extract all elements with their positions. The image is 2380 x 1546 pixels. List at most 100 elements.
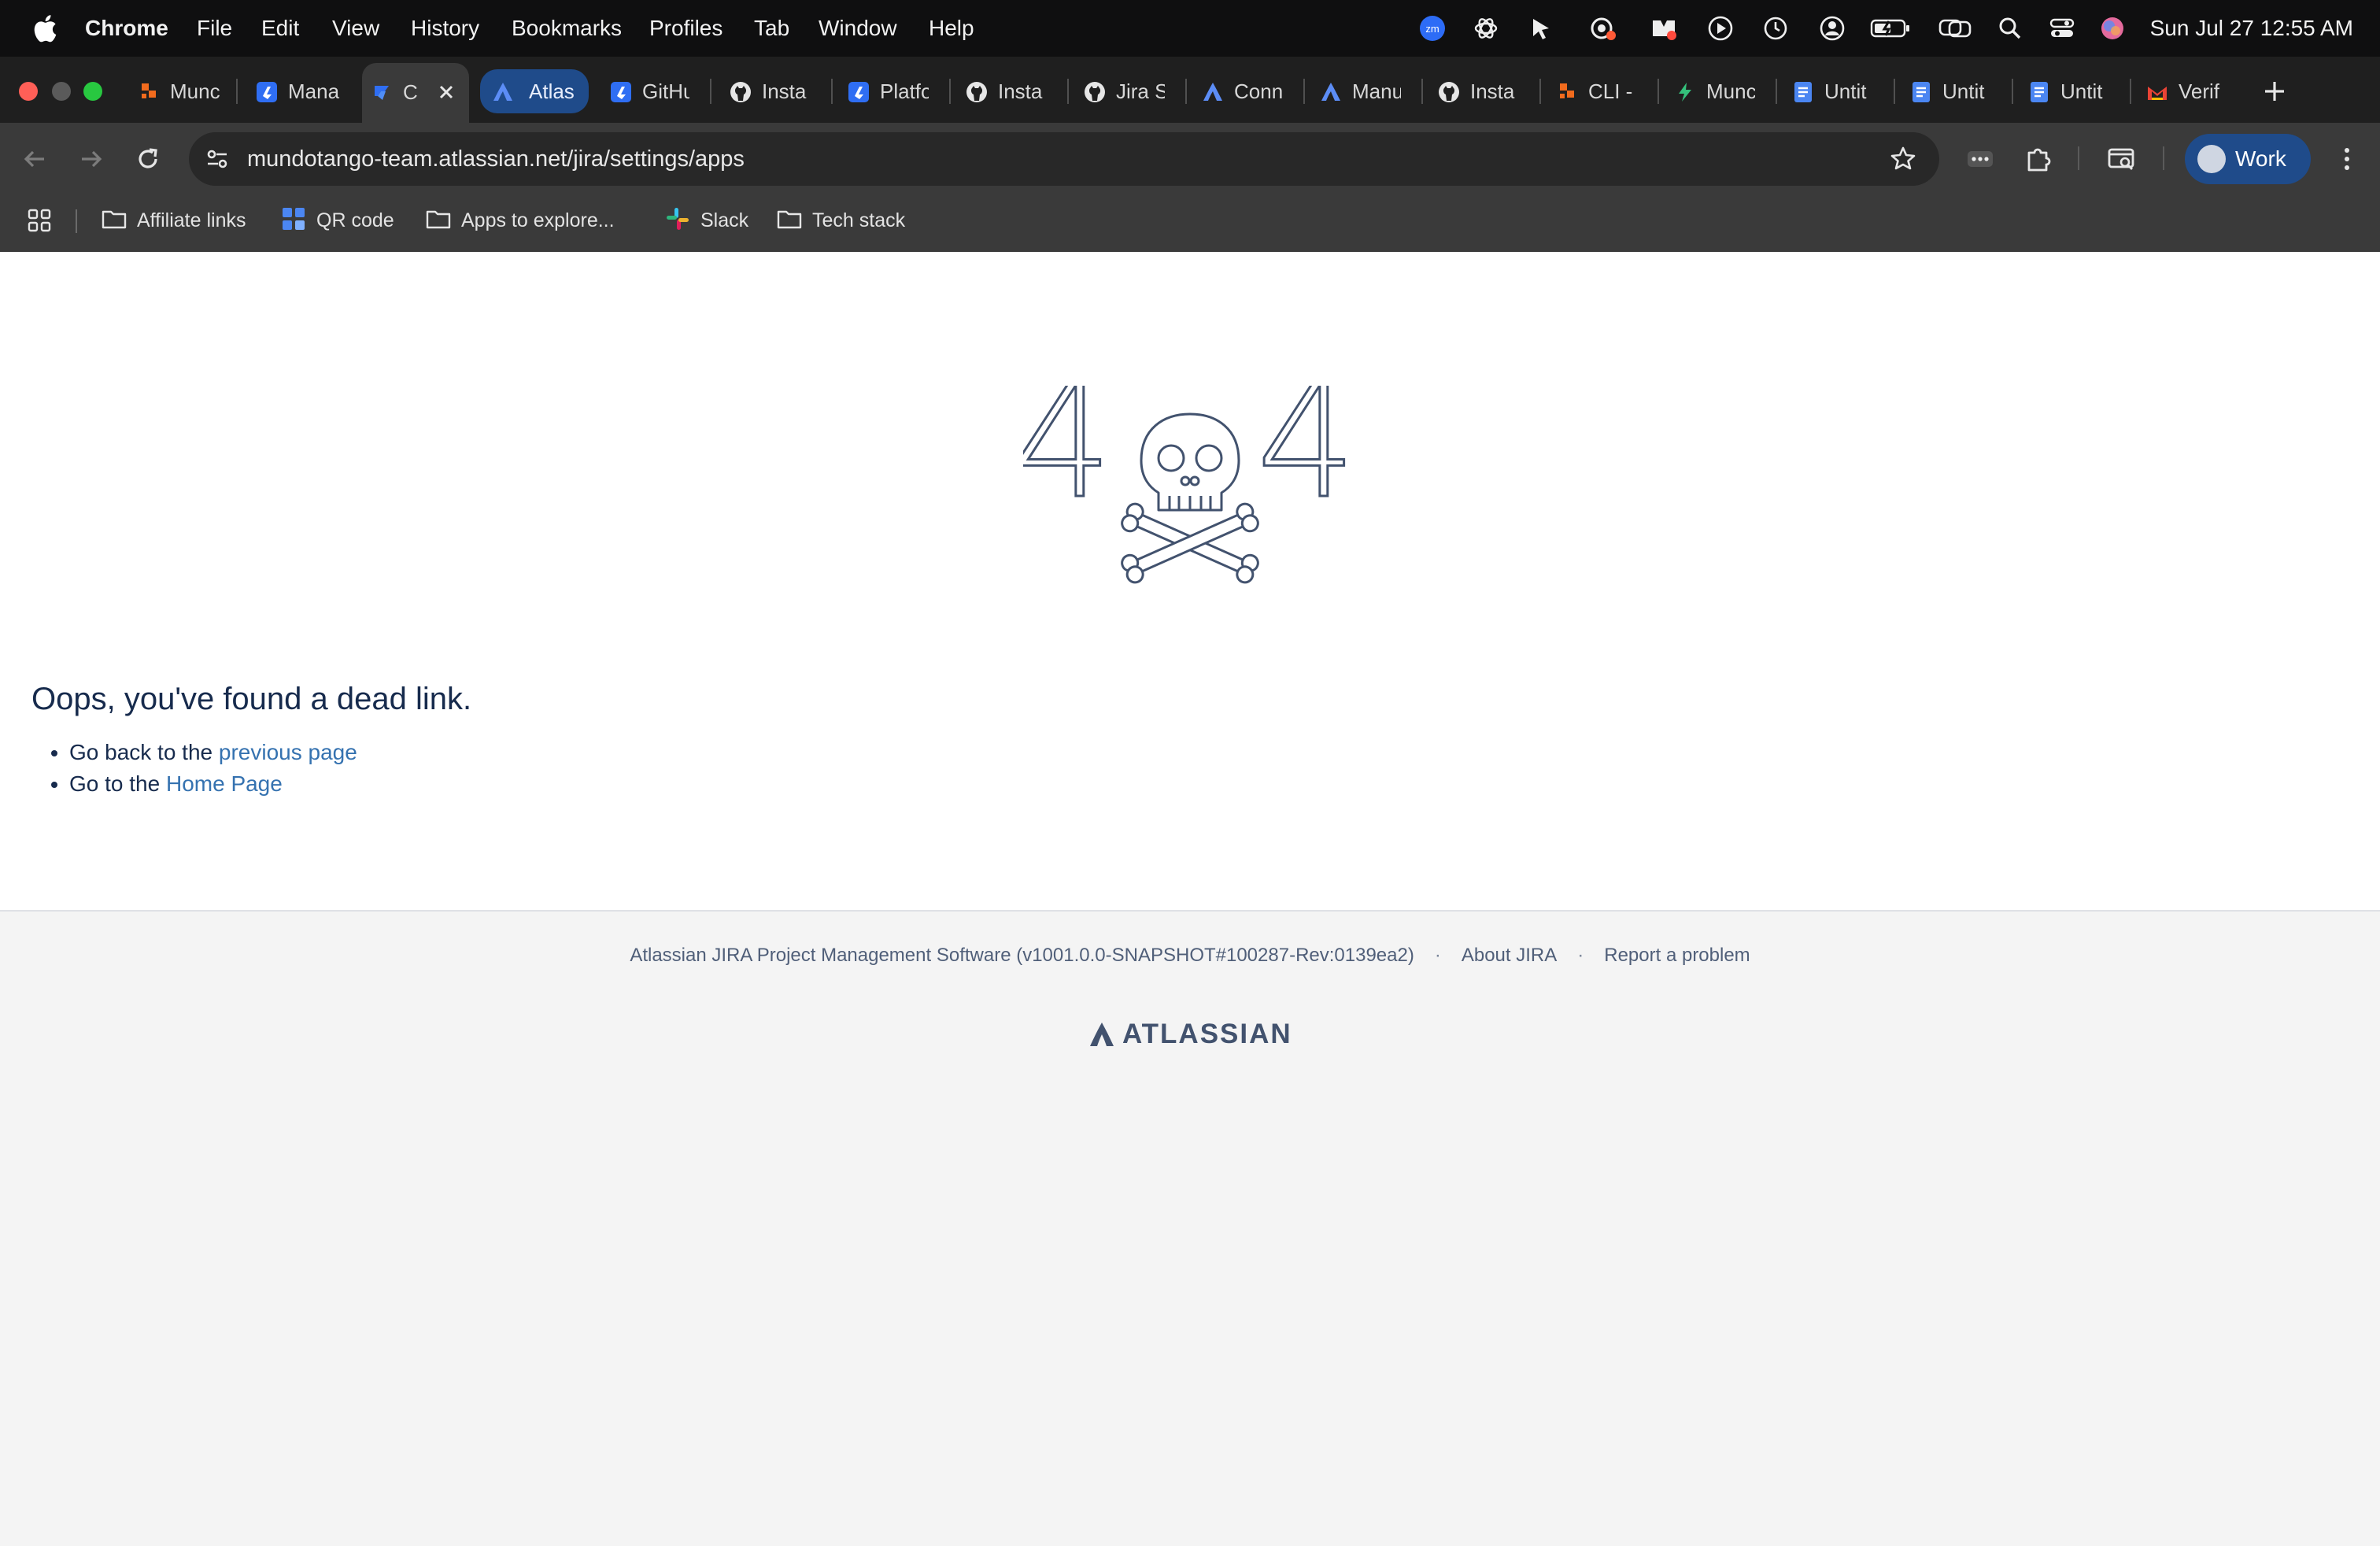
digit-four-left: 4 bbox=[1023, 386, 1113, 534]
search-tabs-icon[interactable] bbox=[2106, 143, 2138, 175]
apple-icon[interactable] bbox=[30, 13, 58, 44]
browser-tab[interactable]: GitHu bbox=[601, 69, 705, 113]
error-suggestions-list: Go back to the previous page Go to the H… bbox=[69, 737, 357, 800]
apps-grid-icon[interactable] bbox=[25, 206, 54, 235]
user-icon[interactable] bbox=[1818, 14, 1846, 43]
more-menu-icon[interactable] bbox=[2331, 143, 2363, 175]
browser-tab[interactable]: Insta bbox=[957, 69, 1062, 113]
tab-title: Jira S bbox=[1116, 80, 1165, 103]
profile-button[interactable]: Work bbox=[2185, 134, 2311, 184]
menu-view[interactable]: View bbox=[332, 0, 379, 57]
previous-page-link[interactable]: previous page bbox=[219, 740, 357, 764]
menu-history[interactable]: History bbox=[411, 0, 479, 57]
browser-tab[interactable]: Untit bbox=[1783, 69, 1889, 113]
menu-edit[interactable]: Edit bbox=[261, 0, 299, 57]
time-machine-icon[interactable] bbox=[1761, 14, 1790, 43]
tab-title: Untit bbox=[1942, 80, 1985, 103]
back-icon[interactable] bbox=[19, 143, 50, 175]
browser-tab[interactable]: Platfo bbox=[839, 69, 944, 113]
tab-title: Munc bbox=[170, 80, 220, 103]
list-item-prefix: Go back to the bbox=[69, 740, 219, 764]
record-icon[interactable] bbox=[1588, 14, 1617, 43]
report-problem-link[interactable]: Report a problem bbox=[1604, 945, 1750, 967]
mail-icon[interactable] bbox=[1650, 14, 1678, 43]
cursor-icon[interactable] bbox=[1527, 14, 1555, 43]
macos-menu-bar: Chrome File Edit View History Bookmarks … bbox=[0, 0, 2380, 57]
spotlight-search-icon[interactable] bbox=[1996, 14, 2024, 43]
bookmark-label: Apps to explore... bbox=[461, 209, 615, 231]
browser-tab[interactable]: Untit bbox=[1901, 69, 2007, 113]
browser-tab[interactable]: Atlas bbox=[480, 69, 589, 113]
browser-tab[interactable]: CLI - bbox=[1547, 69, 1653, 113]
menu-app-name[interactable]: Chrome bbox=[85, 0, 168, 57]
site-info-icon[interactable] bbox=[203, 145, 231, 173]
browser-tab[interactable]: Insta bbox=[721, 69, 826, 113]
browser-tab[interactable]: Mana bbox=[247, 69, 353, 113]
menu-profiles[interactable]: Profiles bbox=[649, 0, 722, 57]
home-page-link[interactable]: Home Page bbox=[166, 771, 283, 796]
window-close-button[interactable] bbox=[19, 82, 38, 101]
bookmark-affiliate-links[interactable]: Affiliate links bbox=[101, 195, 246, 246]
forward-icon[interactable] bbox=[76, 143, 107, 175]
browser-tab-active[interactable]: C bbox=[362, 63, 469, 123]
browser-tab[interactable]: Verif bbox=[2138, 69, 2243, 113]
menu-tab[interactable]: Tab bbox=[754, 0, 789, 57]
footer-links: Atlassian JIRA Project Management Softwa… bbox=[0, 945, 2380, 967]
extension-dots-icon[interactable] bbox=[1964, 143, 1996, 175]
qr-app-icon bbox=[283, 208, 305, 231]
screen-mirror-icon[interactable] bbox=[1938, 14, 1972, 43]
url-text[interactable]: mundotango-team.atlassian.net/jira/setti… bbox=[247, 132, 745, 186]
openai-icon[interactable] bbox=[1472, 14, 1500, 43]
window-zoom-button[interactable] bbox=[83, 82, 102, 101]
tab-title: Manu bbox=[1352, 80, 1401, 103]
tab-title: Conn bbox=[1234, 80, 1283, 103]
zoom-icon[interactable]: zm bbox=[1418, 14, 1447, 43]
battery-icon[interactable] bbox=[1870, 14, 1911, 43]
footer-version-text: Atlassian JIRA Project Management Softwa… bbox=[630, 945, 1414, 966]
list-item: Go back to the previous page bbox=[69, 737, 357, 768]
jira-icon bbox=[848, 82, 869, 102]
menu-window[interactable]: Window bbox=[819, 0, 897, 57]
browser-tab[interactable]: Insta bbox=[1429, 69, 1535, 113]
menu-bookmarks[interactable]: Bookmarks bbox=[512, 0, 622, 57]
close-tab-icon[interactable] bbox=[434, 80, 458, 104]
menu-bar-clock[interactable]: Sun Jul 27 12:55 AM bbox=[2150, 0, 2353, 57]
reload-icon[interactable] bbox=[132, 143, 164, 175]
profile-label: Work bbox=[2235, 146, 2286, 171]
tab-title: Untit bbox=[1824, 80, 1867, 103]
folder-icon bbox=[777, 211, 802, 229]
new-tab-icon[interactable] bbox=[2259, 76, 2290, 107]
window-minimize-button[interactable] bbox=[52, 82, 71, 101]
bookmark-tech-stack[interactable]: Tech stack bbox=[776, 195, 905, 246]
atlassian-icon bbox=[1321, 83, 1340, 101]
browser-tab[interactable]: Untit bbox=[2020, 69, 2125, 113]
list-item-prefix: Go to the bbox=[69, 771, 166, 796]
extensions-puzzle-icon[interactable] bbox=[2023, 143, 2054, 175]
menu-file[interactable]: File bbox=[197, 0, 232, 57]
play-icon[interactable] bbox=[1706, 14, 1735, 43]
bookmark-qr-code[interactable]: QR code bbox=[280, 195, 394, 246]
browser-tab[interactable]: Munc bbox=[1665, 69, 1771, 113]
browser-tab[interactable]: Manu bbox=[1311, 69, 1417, 113]
tab-title: Munc bbox=[1706, 80, 1755, 103]
siri-icon[interactable] bbox=[2098, 14, 2127, 43]
browser-tab[interactable]: Munc bbox=[129, 69, 231, 113]
bookmark-apps-to-explore[interactable]: Apps to explore... bbox=[425, 195, 615, 246]
docs-icon bbox=[1794, 82, 1812, 102]
tab-title: Insta bbox=[1470, 80, 1515, 103]
bookmark-slack[interactable]: Slack bbox=[664, 195, 748, 246]
list-item: Go to the Home Page bbox=[69, 768, 357, 800]
jira-icon bbox=[375, 86, 389, 100]
tab-title: Insta bbox=[762, 80, 807, 103]
browser-tab[interactable]: Jira S bbox=[1075, 69, 1181, 113]
about-jira-link[interactable]: About JIRA bbox=[1462, 945, 1557, 967]
control-center-icon[interactable] bbox=[2048, 14, 2076, 43]
tab-title: C bbox=[403, 80, 418, 104]
menu-help[interactable]: Help bbox=[929, 0, 974, 57]
digit-four-right: 4 bbox=[1256, 386, 1354, 534]
address-bar[interactable]: mundotango-team.atlassian.net/jira/setti… bbox=[189, 132, 1939, 186]
browser-tab[interactable]: Conn bbox=[1193, 69, 1299, 113]
tab-title: GitHu bbox=[642, 80, 689, 103]
bookmark-star-icon[interactable] bbox=[1889, 145, 1917, 173]
bookmark-label: QR code bbox=[316, 209, 394, 231]
